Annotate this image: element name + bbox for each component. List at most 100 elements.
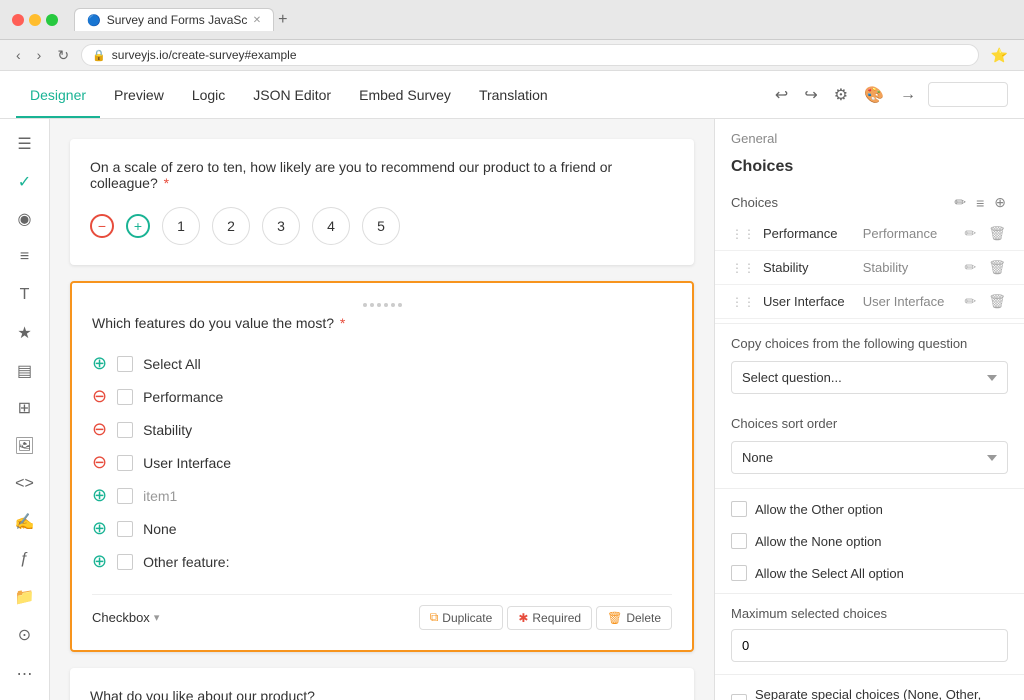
minimize-button[interactable] (29, 14, 41, 26)
delete-button[interactable]: 🗑 Delete (596, 606, 672, 630)
sidebar-icon-star[interactable]: ★ (7, 316, 43, 350)
sidebar-icon-image[interactable]: 🖼 (7, 429, 43, 463)
tab-close-icon[interactable]: ✕ (253, 15, 261, 26)
max-selected-input[interactable]: 0 (731, 629, 1008, 662)
sidebar-icon-folder[interactable]: 📁 (7, 580, 43, 614)
settings-button[interactable]: ⚙ (830, 81, 852, 109)
sidebar-icon-pages[interactable]: ☰ (7, 127, 43, 161)
separate-special-checkbox[interactable] (731, 694, 747, 700)
checkbox-item1[interactable] (117, 488, 133, 504)
minus-icon-stability[interactable]: ⊖ (92, 419, 107, 440)
rating-1[interactable]: 1 (162, 207, 200, 245)
rating-2[interactable]: 2 (212, 207, 250, 245)
survey-name-input[interactable]: promoter_features (928, 82, 1008, 107)
sort-select-wrapper: None Ascending Descending Random (715, 435, 1024, 480)
add-choice-button[interactable]: ⊕ (992, 192, 1008, 213)
pencil-icon[interactable]: ✏ (952, 192, 968, 213)
checkbox-other[interactable] (117, 554, 133, 570)
sort-select[interactable]: None Ascending Descending Random (731, 441, 1008, 474)
checkbox-none[interactable] (117, 521, 133, 537)
required-button[interactable]: ✱ Required (507, 606, 592, 630)
option-other-checkbox[interactable] (731, 501, 747, 517)
sidebar-icon-text[interactable]: T (7, 278, 43, 312)
sidebar-icon-group[interactable]: ⊙ (7, 618, 43, 652)
choice-value-performance: Performance (863, 226, 955, 241)
plus-icon-select-all[interactable]: ⊕ (92, 353, 107, 374)
top-nav: Designer Preview Logic JSON Editor Embed… (0, 71, 1024, 119)
undo-button[interactable]: ↩ (771, 81, 792, 109)
delete-ui-button[interactable]: 🗑 (986, 291, 1008, 312)
url-bar[interactable]: 🔒 surveyjs.io/create-survey#example (81, 44, 978, 66)
type-dropdown-icon[interactable]: ▾ (154, 611, 160, 624)
theme-button[interactable]: 🎨 (860, 81, 888, 109)
back-button[interactable]: ‹ (12, 45, 25, 65)
sidebar-icon-matrix[interactable]: ⊞ (7, 391, 43, 425)
delete-stability-button[interactable]: 🗑 (986, 257, 1008, 278)
option-other-row: Allow the Other option (715, 493, 1024, 525)
drag-handle-stability[interactable]: ⋮⋮ (731, 261, 755, 275)
sidebar-icon-questions[interactable]: ✓ (7, 165, 43, 199)
new-tab-button[interactable]: + (278, 11, 287, 29)
delete-performance-button[interactable]: 🗑 (986, 223, 1008, 244)
nav-actions: ↩ ↪ ⚙ 🎨 → promoter_features (771, 71, 1008, 118)
sidebar-icon-func[interactable]: ƒ (7, 543, 43, 577)
option-none-checkbox[interactable] (731, 533, 747, 549)
plus-icon-other[interactable]: ⊕ (92, 551, 107, 572)
choice-row-performance: ⋮⋮ Performance Performance ✏ 🗑 (715, 217, 1024, 251)
sidebar-icon-panel[interactable]: ▤ (7, 354, 43, 388)
nav-preview[interactable]: Preview (100, 71, 178, 118)
edit-ui-button[interactable]: ✏ (963, 291, 979, 312)
bookmark-icon[interactable]: ⭐ (987, 45, 1012, 66)
sidebar-icon-signature[interactable]: ✍ (7, 505, 43, 539)
checkbox-select-all[interactable] (117, 356, 133, 372)
option-select-all-checkbox[interactable] (731, 565, 747, 581)
duplicate-button[interactable]: ⧉ Duplicate (419, 605, 504, 630)
drag-handle-ui[interactable]: ⋮⋮ (731, 295, 755, 309)
nav-translation[interactable]: Translation (465, 71, 562, 118)
plus-icon-none[interactable]: ⊕ (92, 518, 107, 539)
url-text: surveyjs.io/create-survey#example (112, 48, 297, 62)
choices-label: Choices (731, 195, 952, 210)
checkbox-item-user-interface: ⊖ User Interface (92, 446, 672, 479)
list-icon[interactable]: ≡ (974, 192, 986, 213)
rating-5[interactable]: 5 (362, 207, 400, 245)
nav-json-editor[interactable]: JSON Editor (239, 71, 345, 118)
separate-special-label: Separate special choices (None, Other, S… (755, 687, 1008, 700)
drag-handle-performance[interactable]: ⋮⋮ (731, 227, 755, 241)
card-footer-2: Checkbox ▾ ⧉ Duplicate ✱ Required 🗑 Dele… (92, 594, 672, 630)
sidebar-icon-eye[interactable]: ◉ (7, 203, 43, 237)
arrow-right-button[interactable]: → (896, 82, 920, 108)
edit-stability-button[interactable]: ✏ (963, 257, 979, 278)
redo-button[interactable]: ↪ (800, 81, 821, 109)
checkbox-item-other: ⊕ Other feature: (92, 545, 672, 578)
max-selected-wrapper: 0 (715, 625, 1024, 670)
checkbox-stability[interactable] (117, 422, 133, 438)
copy-choices-select[interactable]: Select question... (731, 361, 1008, 394)
nav-embed-survey[interactable]: Embed Survey (345, 71, 465, 118)
maximize-button[interactable] (46, 14, 58, 26)
sidebar-icon-code[interactable]: <> (7, 467, 43, 501)
sidebar-icon-more[interactable]: ⋯ (7, 656, 43, 692)
divider-4 (715, 674, 1024, 675)
plus-icon-item1[interactable]: ⊕ (92, 485, 107, 506)
rating-3[interactable]: 3 (262, 207, 300, 245)
rating-increase-btn[interactable]: + (126, 214, 150, 238)
checkbox-performance[interactable] (117, 389, 133, 405)
rating-4[interactable]: 4 (312, 207, 350, 245)
question-card-2: Which features do you value the most? * … (70, 281, 694, 652)
minus-icon-performance[interactable]: ⊖ (92, 386, 107, 407)
refresh-button[interactable]: ↻ (53, 45, 73, 66)
separate-special-row: Separate special choices (None, Other, S… (715, 679, 1024, 700)
edit-performance-button[interactable]: ✏ (963, 223, 979, 244)
sidebar-icon-list[interactable]: ≡ (7, 240, 43, 274)
forward-button[interactable]: › (33, 45, 46, 65)
browser-tab[interactable]: 🔵 Survey and Forms JavaScript L... ✕ (74, 8, 274, 31)
close-button[interactable] (12, 14, 24, 26)
rating-decrease-btn[interactable]: − (90, 214, 114, 238)
nav-designer[interactable]: Designer (16, 71, 100, 118)
choice-name-ui: User Interface (763, 294, 855, 309)
nav-logic[interactable]: Logic (178, 71, 239, 118)
divider-2 (715, 488, 1024, 489)
minus-icon-ui[interactable]: ⊖ (92, 452, 107, 473)
checkbox-user-interface[interactable] (117, 455, 133, 471)
